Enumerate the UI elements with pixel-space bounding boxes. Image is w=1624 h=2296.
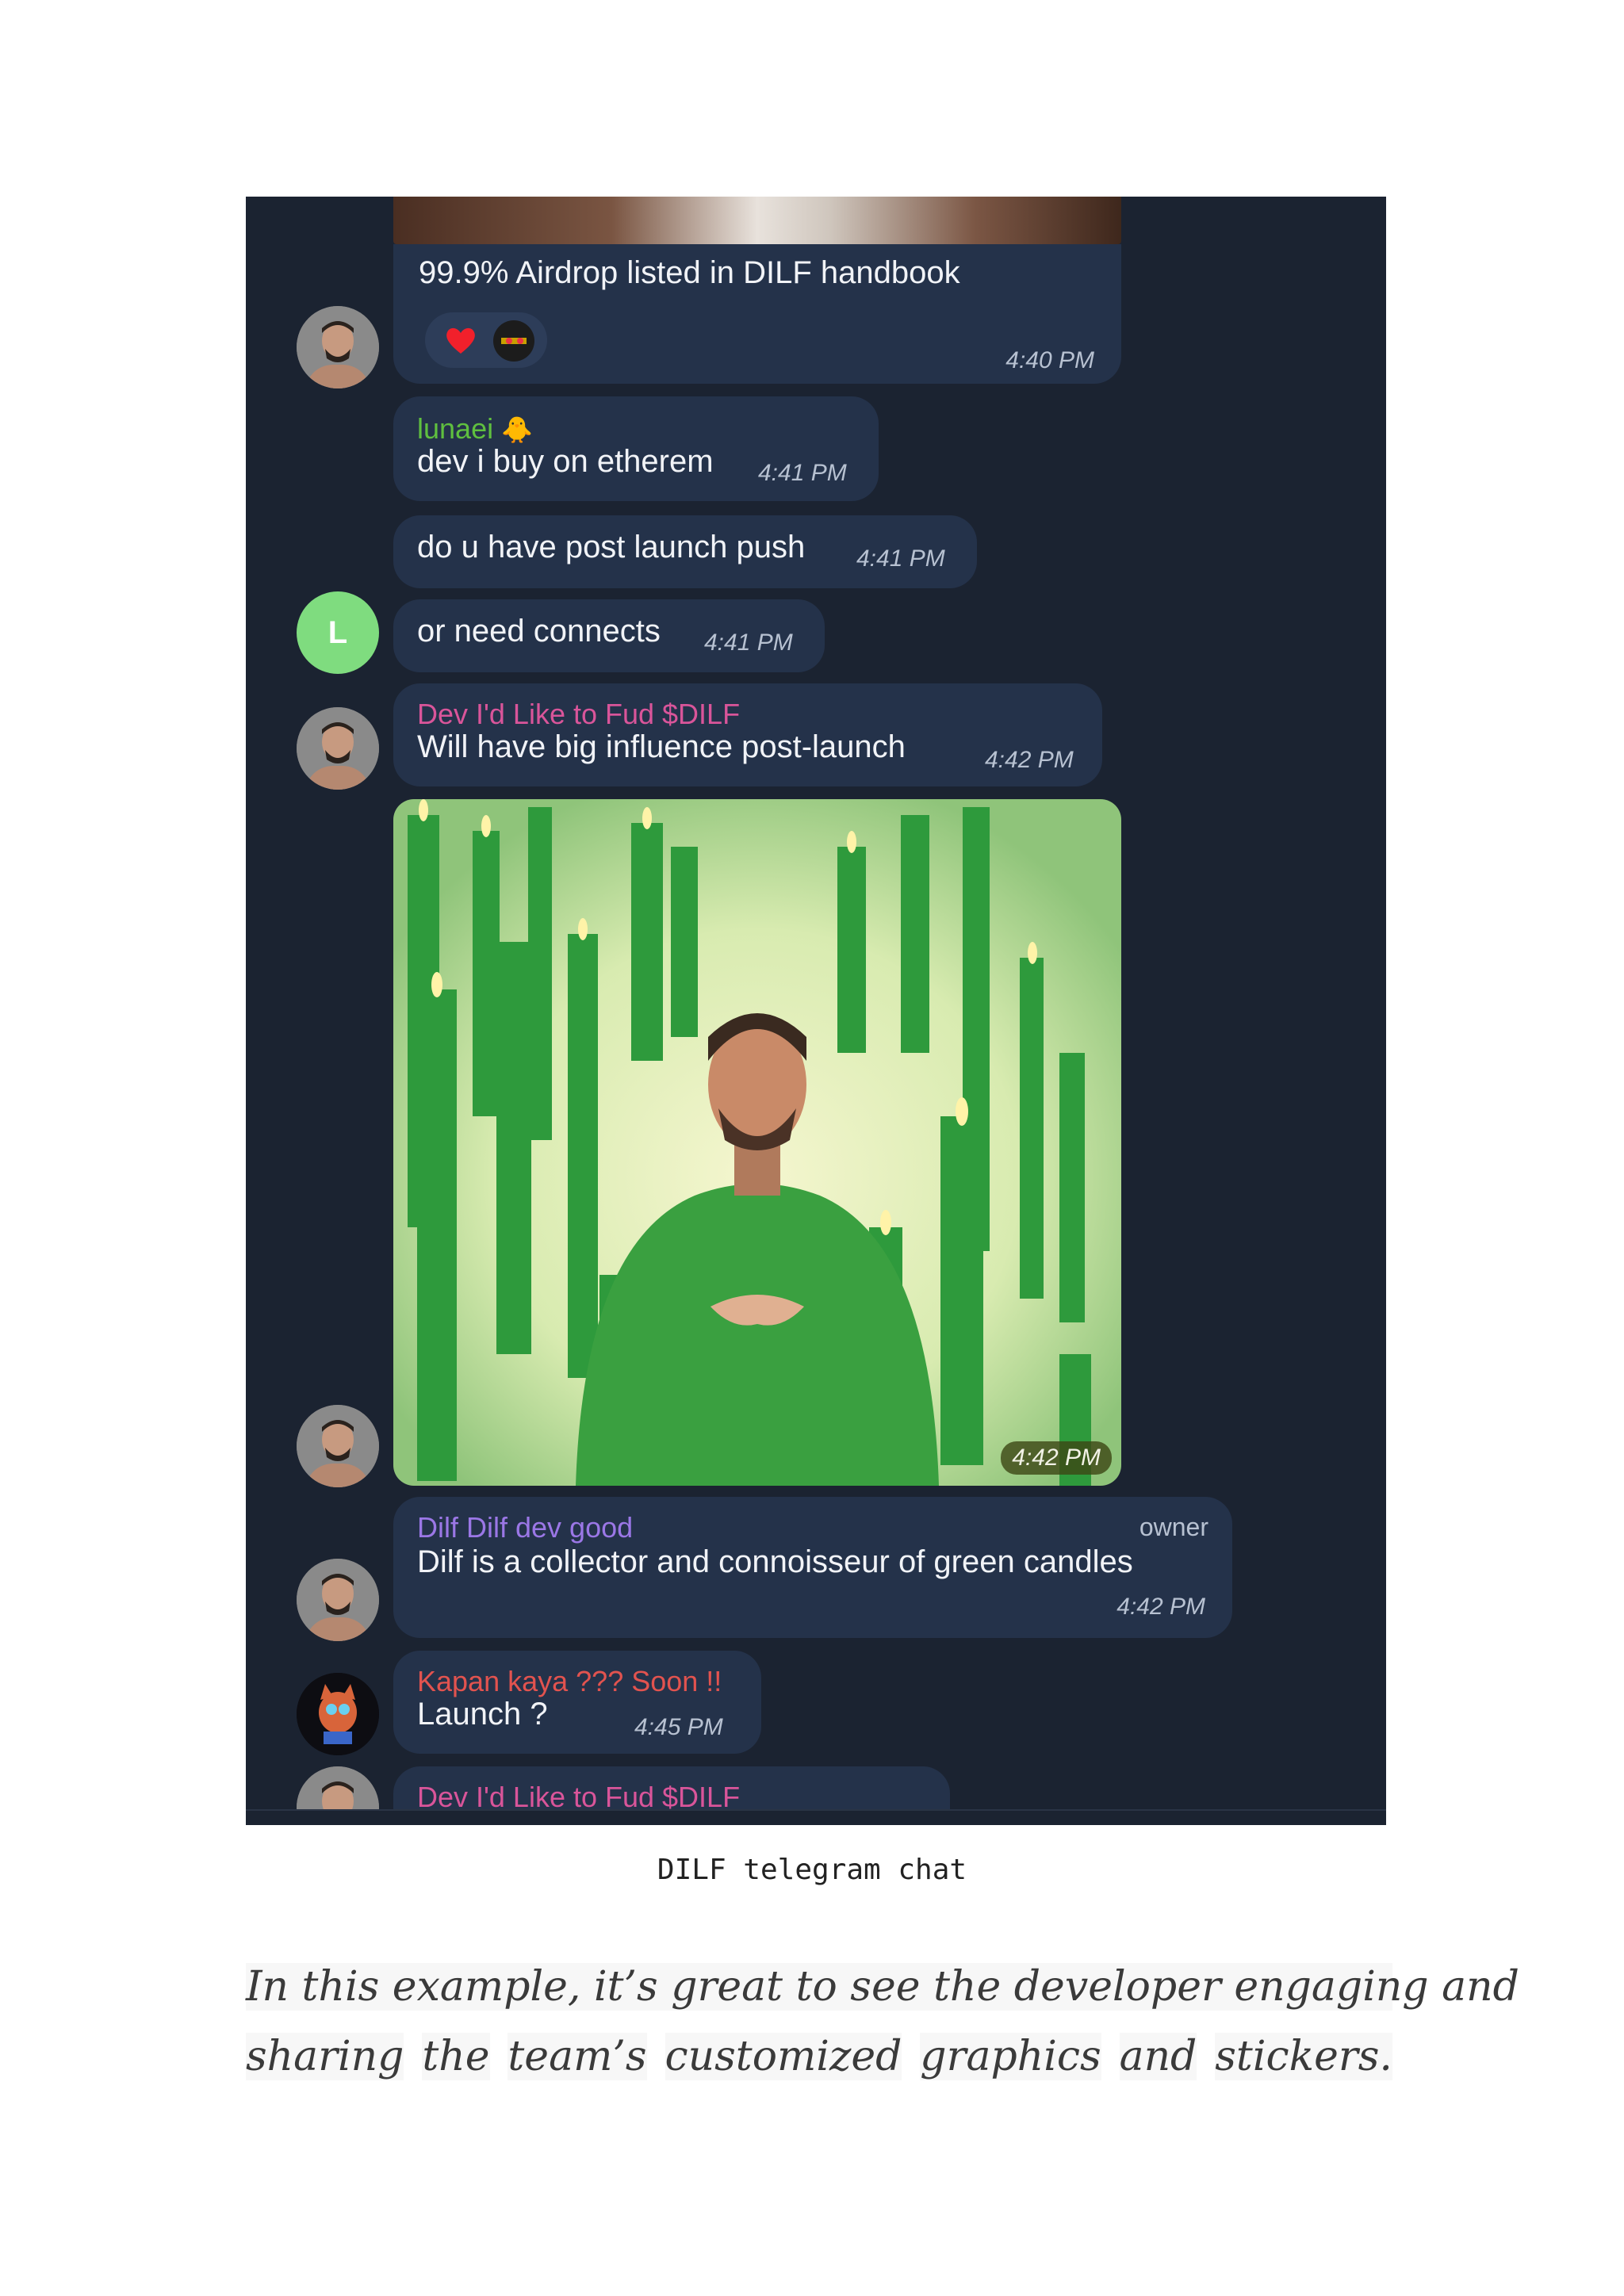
message-bubble-launch[interactable]: Kapan kaya ??? Soon !! Launch ? 4:45 PM xyxy=(393,1651,761,1754)
message-text: dev i buy on etherem xyxy=(417,444,714,479)
sender-name[interactable]: lunaei 🐥 xyxy=(417,412,533,446)
message-text: Launch ? xyxy=(417,1697,548,1732)
paragraph-line-2: sharing the team’s customized graphics a… xyxy=(246,2033,1392,2080)
paragraph-word: stickers. xyxy=(1215,2033,1392,2080)
paragraph-word: the xyxy=(422,2033,490,2080)
sticker-thumb-icon[interactable] xyxy=(493,320,534,362)
message-bubble-collector[interactable]: Dilf Dilf dev good owner Dilf is a colle… xyxy=(393,1497,1232,1638)
sender-name[interactable]: Dev I'd Like to Fud $DILF xyxy=(417,698,740,731)
message-bubble-lunaei[interactable]: lunaei 🐥 dev i buy on etherem 4:41 PM xyxy=(393,396,879,501)
message-bubble-push[interactable]: do u have post launch push 4:41 PM xyxy=(393,515,977,588)
sender-name[interactable]: Kapan kaya ??? Soon !! xyxy=(417,1665,722,1698)
message-time: 4:42 PM xyxy=(1116,1594,1205,1620)
figure-caption: DILF telegram chat xyxy=(657,1854,967,1886)
message-bubble-handbook[interactable]: 99.9% Airdrop listed in DILF handbook 4:… xyxy=(393,244,1121,384)
avatar-letter[interactable]: L xyxy=(297,591,379,674)
message-time: 4:42 PM xyxy=(985,747,1074,773)
message-text: Will have big influence post-launch xyxy=(417,729,906,764)
paragraph-word: and xyxy=(1119,2033,1197,2080)
chick-emoji-icon: 🐥 xyxy=(501,415,533,444)
avatar[interactable] xyxy=(297,1405,379,1487)
message-time: 4:45 PM xyxy=(634,1714,723,1740)
photo-top-fragment xyxy=(393,197,1121,244)
message-bubble-influence[interactable]: Dev I'd Like to Fud $DILF Will have big … xyxy=(393,683,1102,786)
avatar-initial: L xyxy=(327,614,348,650)
avatar[interactable] xyxy=(297,1559,379,1641)
sender-name[interactable]: Dilf Dilf dev good xyxy=(417,1511,633,1544)
message-text: do u have post launch push xyxy=(417,530,806,564)
owner-badge: owner xyxy=(1139,1513,1208,1541)
paragraph-word: sharing xyxy=(246,2033,404,2080)
reactions-row[interactable] xyxy=(425,312,547,368)
photo-time: 4:42 PM xyxy=(1001,1441,1112,1475)
screenshot-bottom-edge xyxy=(246,1809,1386,1825)
paragraph-line-1: In this example, it’s great to see the d… xyxy=(246,1963,1519,2011)
message-text: Dilf is a collector and connoisseur of g… xyxy=(417,1544,1133,1579)
avatar-cat[interactable] xyxy=(297,1673,379,1755)
message-time: 4:41 PM xyxy=(704,629,793,656)
paragraph-text: In this example, it’s great to see the d… xyxy=(246,1963,1519,2011)
message-text: 99.9% Airdrop listed in DILF handbook xyxy=(419,255,960,290)
message-time: 4:41 PM xyxy=(856,545,945,572)
message-text: or need connects xyxy=(417,614,661,649)
avatar[interactable] xyxy=(297,707,379,790)
avatar[interactable] xyxy=(297,306,379,388)
photo-green-candles[interactable]: 4:42 PM xyxy=(393,799,1121,1486)
message-time: 4:40 PM xyxy=(1005,347,1094,373)
paragraph-word: customized xyxy=(665,2033,902,2080)
heart-icon[interactable] xyxy=(442,322,479,358)
message-bubble-connects[interactable]: or need connects 4:41 PM xyxy=(393,599,825,672)
message-time: 4:41 PM xyxy=(758,460,847,486)
paragraph-word: team’s xyxy=(508,2033,647,2080)
chat-screenshot: 99.9% Airdrop listed in DILF handbook 4:… xyxy=(246,197,1386,1825)
paragraph-word: graphics xyxy=(920,2033,1101,2080)
